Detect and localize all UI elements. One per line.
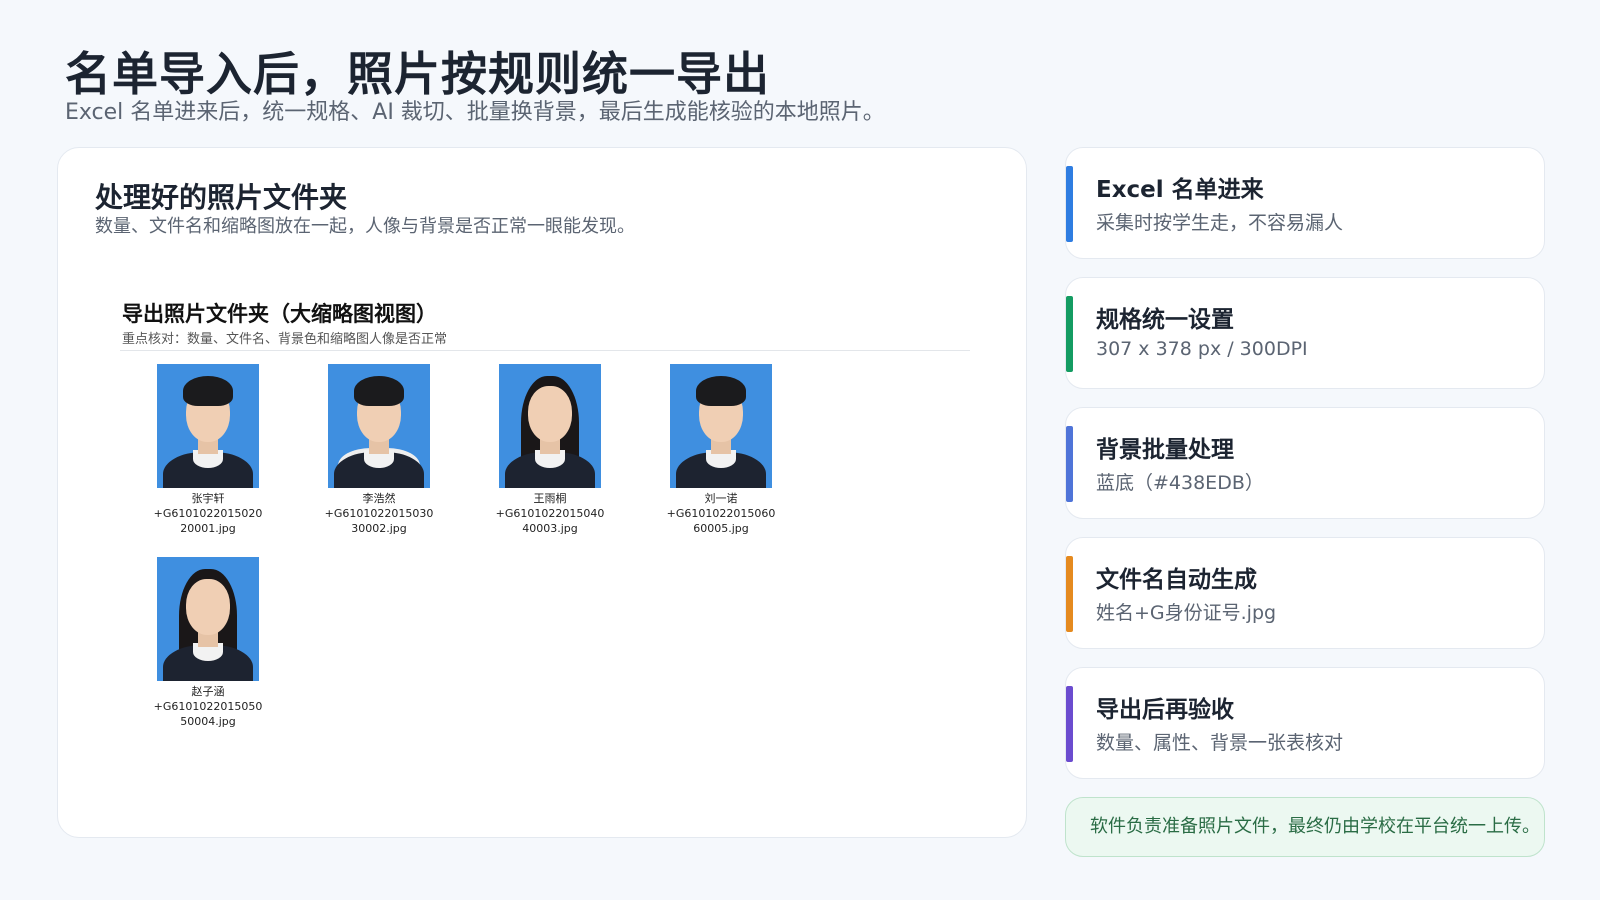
file-thumbnail[interactable]: 张宇轩 +G6101022015020 20001.jpg [128,364,288,536]
accent-bar [1066,166,1073,242]
step-title: 导出后再验收 [1096,697,1234,723]
step-description: 采集时按学生走，不容易漏人 [1096,212,1344,234]
file-name-3: 40003.jpg [522,522,578,535]
step-card: 导出后再验收数量、属性、背景一张表核对 [1065,667,1545,779]
file-name-2: +G6101022015040 [495,507,605,520]
step-card: 文件名自动生成姓名+G身份证号.jpg [1065,537,1545,649]
file-name-3: 30002.jpg [351,522,407,535]
file-name-2: +G6101022015060 [666,507,776,520]
id-photo [670,364,772,488]
accent-bar [1066,556,1073,632]
file-name-3: 60005.jpg [693,522,749,535]
file-name-1: 张宇轩 [191,492,225,505]
folder-note: 重点核对：数量、文件名、背景色和缩略图人像是否正常 [122,332,448,347]
file-name-3: 50004.jpg [180,715,236,728]
step-description: 蓝底（#438EDB） [1096,472,1264,494]
accent-bar [1066,426,1073,502]
slide: 名单导入后，照片按规则统一导出 Excel 名单进来后，统一规格、AI 裁切、批… [0,0,1600,900]
folder-view: 导出照片文件夹（大缩略图视图） 重点核对：数量、文件名、背景色和缩略图人像是否正… [120,298,970,758]
page-subtitle: Excel 名单进来后，统一规格、AI 裁切、批量换背景，最后生成能核验的本地照… [65,100,885,125]
accent-bar [1066,686,1073,762]
file-name-2: +G6101022015050 [153,700,263,713]
file-thumbnail[interactable]: 王雨桐 +G6101022015040 40003.jpg [470,364,630,536]
file-thumbnail[interactable]: 赵子涵 +G6101022015050 50004.jpg [128,557,288,729]
thumbnail-grid: 张宇轩 +G6101022015020 20001.jpg 李浩然 +G61010220… [120,364,970,764]
step-title: 文件名自动生成 [1096,567,1257,593]
file-name-3: 20001.jpg [180,522,236,535]
file-name-1: 赵子涵 [191,685,225,698]
id-photo [157,557,259,681]
file-name-1: 李浩然 [362,492,396,505]
step-description: 307 x 378 px / 300DPI [1096,338,1308,360]
file-name-1: 刘一诺 [704,492,738,505]
step-card: 规格统一设置 307 x 378 px / 300DPI [1065,277,1545,389]
step-description: 姓名+G身份证号.jpg [1096,602,1277,624]
step-description: 数量、属性、背景一张表核对 [1096,732,1344,754]
folder-title: 导出照片文件夹（大缩略图视图） [122,302,437,326]
footer-note: 软件负责准备照片文件，最终仍由学校在平台统一上传。 [1065,797,1545,857]
step-title: 规格统一设置 [1096,307,1234,333]
id-photo [328,364,430,488]
file-name-2: +G6101022015020 [153,507,263,520]
card-title: 处理好的照片文件夹 [95,181,348,214]
step-card: Excel 名单进来采集时按学生走，不容易漏人 [1065,147,1545,259]
card-description: 数量、文件名和缩略图放在一起，人像与背景是否正常一眼能发现。 [95,216,635,237]
file-thumbnail[interactable]: 刘一诺 +G6101022015060 60005.jpg [641,364,801,536]
step-title: Excel 名单进来 [1096,177,1264,203]
file-name-2: +G6101022015030 [324,507,434,520]
photo-folder-card: 处理好的照片文件夹 数量、文件名和缩略图放在一起，人像与背景是否正常一眼能发现。… [57,147,1027,838]
file-name-1: 王雨桐 [533,492,567,505]
divider [120,350,970,351]
step-card: 背景批量处理蓝底（#438EDB） [1065,407,1545,519]
step-title: 背景批量处理 [1096,437,1234,463]
file-thumbnail[interactable]: 李浩然 +G6101022015030 30002.jpg [299,364,459,536]
id-photo [157,364,259,488]
id-photo [499,364,601,488]
accent-bar [1066,296,1073,372]
